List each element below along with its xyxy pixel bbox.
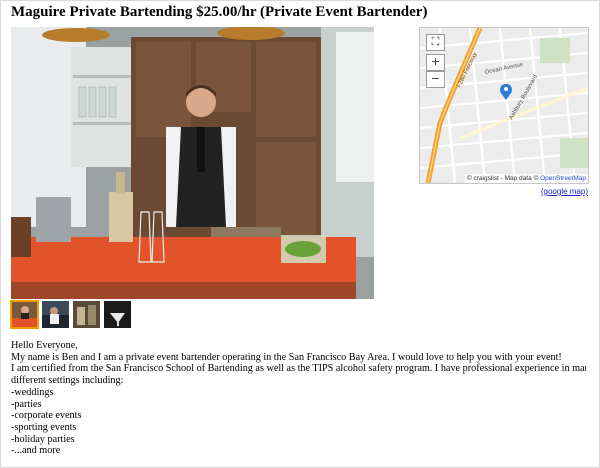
body-line: -parties [11,398,42,410]
map-tiles: Ocean Avenue Ashbury Boulevard I-280 Fre… [420,28,588,183]
posting-body: Hello Everyone, My name is Ben and I am … [11,340,586,457]
fullscreen-icon[interactable]: ⛶ [426,34,445,51]
body-line: -holiday parties [11,433,75,445]
zoom-out-button[interactable]: − [426,71,445,88]
thumbnail-3[interactable] [73,301,100,328]
bartender-photo [11,27,374,299]
thumbnail-1[interactable] [10,300,39,329]
posting-title: Maguire Private Bartending $25.00/hr (Pr… [11,4,428,20]
body-line: I am certified from the San Francisco Sc… [11,363,586,375]
google-map-link[interactable]: (google map) [541,187,588,196]
thumbnail-4[interactable] [104,301,131,328]
body-line: Hello Everyone, [11,340,78,351]
zoom-in-button[interactable]: + [426,54,445,71]
body-line: My name is Ben and I am a private event … [11,351,562,363]
openstreetmap-link[interactable]: OpenStreetMap [540,175,586,182]
body-line: -...and more [11,445,61,457]
thumbnail-2[interactable] [42,301,69,328]
body-line: -sporting events [11,421,77,433]
body-line: different settings including: [11,375,124,387]
attribution-text: © craigslist - Map data © [466,175,539,182]
body-line: -weddings [11,386,54,398]
main-photo[interactable] [11,27,374,299]
body-line: -corporate events [11,410,82,422]
map-attribution: © craigslist - Map data © OpenStreetMap [464,174,588,183]
location-map[interactable]: Ocean Avenue Ashbury Boulevard I-280 Fre… [419,27,589,184]
